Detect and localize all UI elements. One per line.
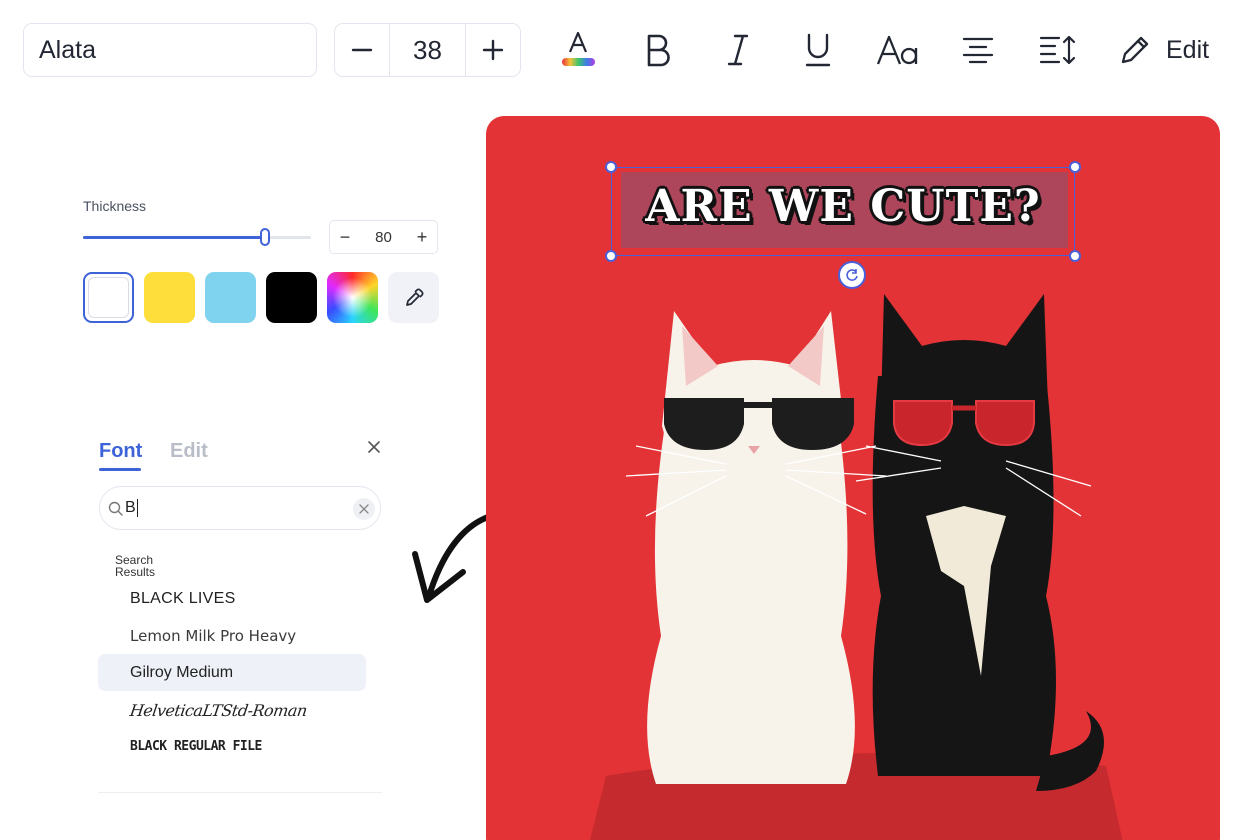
rotate-handle[interactable] bbox=[838, 261, 866, 289]
search-results-label: Search Results bbox=[115, 553, 156, 579]
line-spacing-icon bbox=[1039, 35, 1076, 65]
minus-icon bbox=[351, 48, 373, 52]
thickness-slider[interactable] bbox=[83, 228, 311, 246]
resize-handle-top-left[interactable] bbox=[605, 161, 617, 173]
underline-button[interactable] bbox=[794, 26, 842, 74]
font-result-item-highlighted[interactable]: Gilroy Medium bbox=[98, 654, 366, 691]
italic-button[interactable] bbox=[714, 26, 762, 74]
thickness-stepper: − 80 + bbox=[329, 220, 438, 254]
thickness-increase-button[interactable]: + bbox=[407, 221, 437, 253]
font-result-item[interactable]: BLACK LIVES bbox=[98, 580, 366, 617]
swatch-yellow[interactable] bbox=[144, 272, 195, 323]
tab-edit[interactable]: Edit bbox=[170, 440, 208, 463]
tab-font[interactable]: Font bbox=[99, 440, 142, 463]
text-cursor bbox=[136, 499, 138, 517]
font-result-item[interactable]: BLACK REGULAR FILE bbox=[98, 728, 366, 765]
edit-button[interactable]: Edit bbox=[1118, 26, 1209, 74]
text-case-icon bbox=[876, 35, 918, 65]
eyedropper-icon bbox=[405, 287, 424, 306]
close-icon bbox=[368, 441, 380, 453]
active-tab-indicator bbox=[99, 468, 141, 471]
italic-icon bbox=[727, 34, 749, 66]
search-query-text: B bbox=[125, 499, 136, 517]
font-result-item[interactable]: Lemon Milk Pro Heavy bbox=[98, 618, 366, 655]
font-family-select[interactable]: Alata bbox=[23, 23, 317, 77]
clear-icon bbox=[359, 504, 369, 514]
font-size-value[interactable]: 38 bbox=[389, 24, 466, 76]
text-color-button[interactable] bbox=[554, 26, 602, 74]
decrease-size-button[interactable] bbox=[335, 24, 389, 76]
plus-icon bbox=[482, 39, 504, 61]
swatch-custom-gradient[interactable] bbox=[327, 272, 378, 323]
selection-frame bbox=[611, 167, 1075, 256]
eyedropper-button[interactable] bbox=[388, 272, 439, 323]
increase-size-button[interactable] bbox=[466, 24, 520, 76]
panel-divider bbox=[98, 792, 382, 793]
swatch-black[interactable] bbox=[266, 272, 317, 323]
line-spacing-button[interactable] bbox=[1034, 26, 1082, 74]
bold-button[interactable] bbox=[634, 26, 682, 74]
thickness-slider-fill bbox=[83, 236, 266, 239]
bold-icon bbox=[647, 34, 670, 67]
align-center-button[interactable] bbox=[954, 26, 1002, 74]
thickness-slider-handle[interactable] bbox=[260, 228, 271, 246]
resize-handle-bottom-left[interactable] bbox=[605, 250, 617, 262]
rotate-icon bbox=[846, 269, 858, 281]
font-search-input[interactable]: B bbox=[99, 486, 381, 530]
thickness-decrease-button[interactable]: − bbox=[330, 221, 360, 253]
close-panel-button[interactable] bbox=[364, 437, 384, 457]
edit-label: Edit bbox=[1166, 35, 1210, 64]
search-icon bbox=[108, 501, 123, 516]
font-result-item[interactable]: HelveticaLTStd-Roman bbox=[95, 692, 368, 729]
thickness-value[interactable]: 80 bbox=[360, 229, 407, 246]
swatch-light-blue[interactable] bbox=[205, 272, 256, 323]
text-case-button[interactable] bbox=[874, 26, 922, 74]
resize-handle-bottom-right[interactable] bbox=[1069, 250, 1081, 262]
thickness-label: Thickness bbox=[83, 198, 147, 214]
clear-search-button[interactable] bbox=[353, 498, 375, 520]
underline-icon bbox=[805, 33, 831, 67]
align-center-icon bbox=[962, 37, 994, 64]
resize-handle-top-right[interactable] bbox=[1069, 161, 1081, 173]
pencil-icon bbox=[1121, 36, 1149, 64]
font-size-stepper: 38 bbox=[334, 23, 521, 77]
swatch-white[interactable] bbox=[83, 272, 134, 323]
text-color-icon bbox=[562, 31, 595, 66]
